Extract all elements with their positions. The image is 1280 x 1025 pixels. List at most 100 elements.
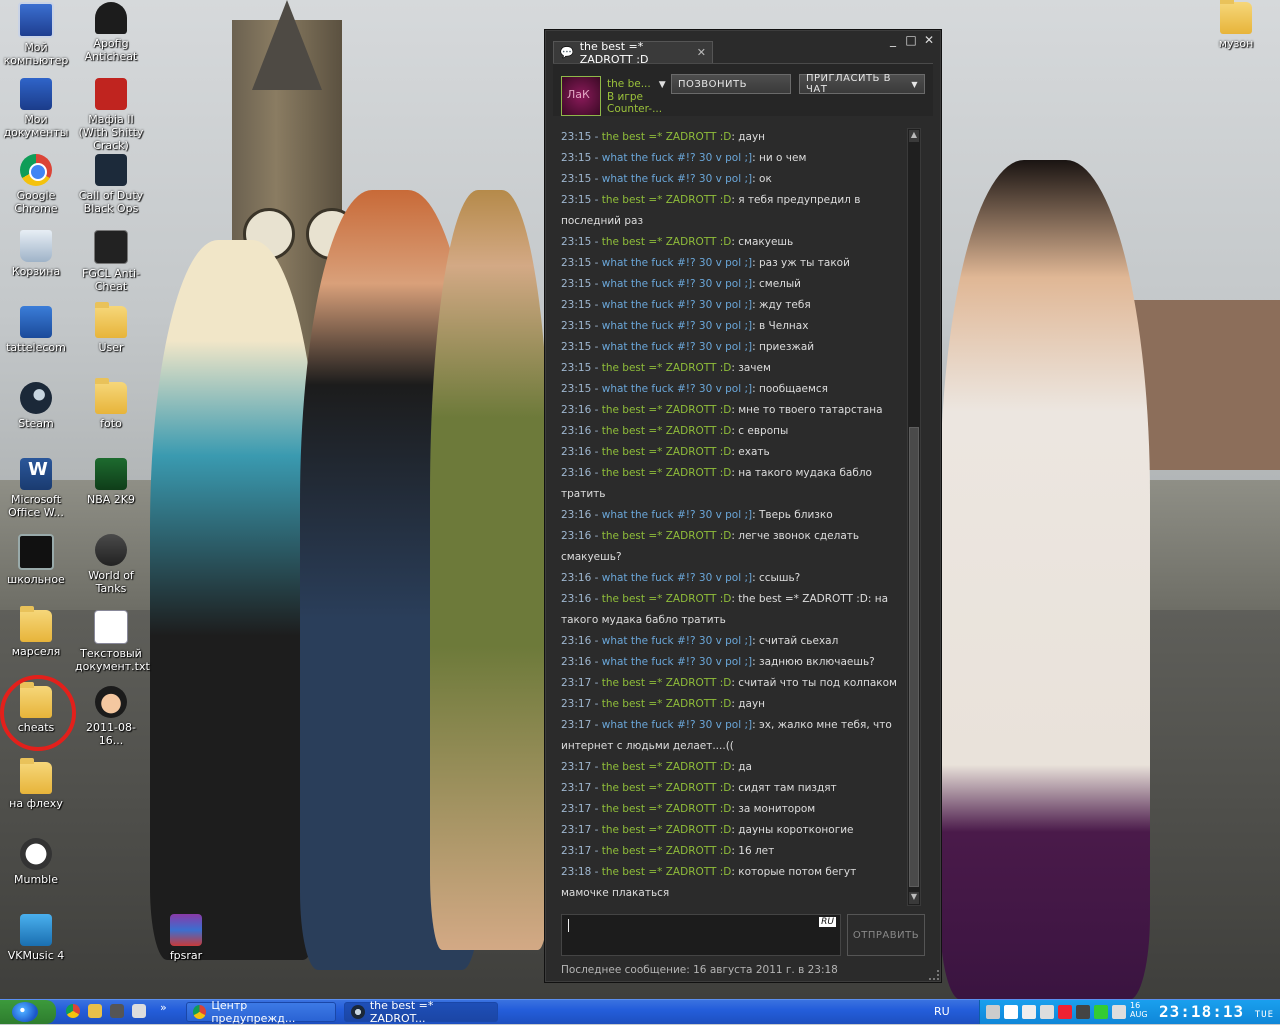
desktop-icon-user[interactable]: User <box>75 302 147 354</box>
message-author[interactable]: the best =* ZADROTT :D <box>602 824 732 836</box>
minimize-button[interactable]: _ <box>887 34 899 46</box>
message-author[interactable]: what the fuck #!? 30 v pol ;] <box>602 320 752 332</box>
avatar[interactable]: ЛаК <box>561 76 601 116</box>
desktop-icon-steam[interactable]: Steam <box>0 382 72 430</box>
buddy-info: the be... ▼ В игре Counter-... <box>607 78 666 115</box>
desktop-icon-fpsrar[interactable]: fpsrar <box>150 914 222 962</box>
tray-icon[interactable] <box>1040 1005 1054 1019</box>
message-author[interactable]: the best =* ZADROTT :D <box>602 530 732 542</box>
message-author[interactable]: the best =* ZADROTT :D <box>602 593 732 605</box>
message-author[interactable]: what the fuck #!? 30 v pol ;] <box>602 257 752 269</box>
desktop-icon-label: на флеху <box>9 797 63 810</box>
close-button[interactable]: ✕ <box>923 34 935 46</box>
desktop-icon-tattelecom[interactable]: tattelecom <box>0 306 72 354</box>
highlight-circle <box>0 675 76 751</box>
desktop-icon-marselya[interactable]: марселя <box>0 606 72 658</box>
desktop-icon-my-computer[interactable]: Мой компьютер <box>0 2 72 67</box>
language-indicator[interactable]: RU <box>934 1005 950 1018</box>
message-author[interactable]: what the fuck #!? 30 v pol ;] <box>602 509 752 521</box>
desktop-icon-wot[interactable]: World of Tanks <box>75 534 147 595</box>
send-button[interactable]: ОТПРАВИТЬ <box>847 914 925 956</box>
message-time: 23:17 <box>561 803 592 815</box>
clock[interactable]: 23:18:13 TUE <box>1159 1002 1274 1021</box>
scroll-thumb[interactable] <box>909 427 919 887</box>
taskbar-button-chrome[interactable]: Центр предупрежд... <box>186 999 336 1025</box>
tray-icon[interactable] <box>1022 1005 1036 1019</box>
invite-button[interactable]: ПРИГЛАСИТЬ В ЧАТ ▼ <box>799 73 925 95</box>
chrome-icon[interactable] <box>66 1004 80 1018</box>
scroll-up-icon[interactable]: ▲ <box>909 130 919 142</box>
message-time: 23:16 <box>561 635 592 647</box>
chrome-icon <box>20 154 52 186</box>
desktop-icon-nba[interactable]: NBA 2K9 <box>75 458 147 506</box>
desktop-icon-text-doc[interactable]: Текстовый документ.txt <box>75 610 150 673</box>
message-author[interactable]: what the fuck #!? 30 v pol ;] <box>602 656 752 668</box>
quicklaunch-icon[interactable] <box>110 1004 124 1018</box>
taskbar-button-chat[interactable]: the best =* ZADROT... <box>344 999 498 1025</box>
desktop-icon-mafia[interactable]: Мафіа ІІ (With Shitty Crack) <box>75 78 147 152</box>
message-author[interactable]: what the fuck #!? 30 v pol ;] <box>602 299 752 311</box>
chevron-down-icon[interactable]: ▼ <box>659 80 666 90</box>
tray-icon[interactable] <box>986 1005 1000 1019</box>
desktop-icon-google-chrome[interactable]: Google Chrome <box>0 154 72 215</box>
tray-icon[interactable] <box>1112 1005 1126 1019</box>
message-input[interactable]: RU <box>561 914 841 956</box>
message-author[interactable]: what the fuck #!? 30 v pol ;] <box>602 719 752 731</box>
scrollbar[interactable]: ▲ ▼ <box>907 128 921 906</box>
chat-tab[interactable]: 💬 the best =* ZADROTT :D ✕ <box>553 40 713 66</box>
tab-close-icon[interactable]: ✕ <box>697 46 706 59</box>
quicklaunch-icon[interactable] <box>132 1004 146 1018</box>
mumble-icon <box>20 838 52 870</box>
message-author[interactable]: the best =* ZADROTT :D <box>602 761 732 773</box>
chevron-right-icon[interactable]: » <box>160 1001 174 1015</box>
desktop-icon-image[interactable]: 2011-08-16... <box>75 686 147 747</box>
desktop-icon-apofig[interactable]: Apofig Anticheat <box>75 2 147 63</box>
message-author[interactable]: the best =* ZADROTT :D <box>602 404 732 416</box>
desktop-icon-recycle-bin[interactable]: Корзина <box>0 230 72 278</box>
message-author[interactable]: the best =* ZADROTT :D <box>602 446 732 458</box>
call-button[interactable]: ПОЗВОНИТЬ <box>671 74 791 94</box>
tray-icon[interactable] <box>1076 1005 1090 1019</box>
desktop-icon-word[interactable]: Microsoft Office W... <box>0 458 72 519</box>
tray-icon[interactable] <box>1004 1005 1018 1019</box>
message-author[interactable]: what the fuck #!? 30 v pol ;] <box>602 572 752 584</box>
desktop-icon-foto[interactable]: foto <box>75 378 147 430</box>
maximize-button[interactable]: □ <box>905 34 917 46</box>
message-author[interactable]: the best =* ZADROTT :D <box>602 845 732 857</box>
buddy-status: В игре <box>607 91 644 103</box>
message-author[interactable]: the best =* ZADROTT :D <box>602 236 732 248</box>
message-author[interactable]: the best =* ZADROTT :D <box>602 866 732 878</box>
message-author[interactable]: what the fuck #!? 30 v pol ;] <box>602 173 752 185</box>
message-author[interactable]: what the fuck #!? 30 v pol ;] <box>602 635 752 647</box>
message-author[interactable]: the best =* ZADROTT :D <box>602 194 732 206</box>
scroll-down-icon[interactable]: ▼ <box>909 892 919 904</box>
desktop-icon-vkmusic[interactable]: VKMusic 4 <box>0 914 72 962</box>
desktop-icon-cod[interactable]: Call of Duty Black Ops <box>75 154 147 215</box>
message-author[interactable]: what the fuck #!? 30 v pol ;] <box>602 341 752 353</box>
rar-icon <box>170 914 202 946</box>
tray-icon[interactable] <box>1094 1005 1108 1019</box>
desktop-icon-fgcl[interactable]: FGCL Anti-Cheat <box>75 230 147 293</box>
message-author[interactable]: the best =* ZADROTT :D <box>602 362 732 374</box>
message-author[interactable]: the best =* ZADROTT :D <box>602 131 732 143</box>
desktop-icon-mumble[interactable]: Mumble <box>0 838 72 886</box>
message-author[interactable]: the best =* ZADROTT :D <box>602 698 732 710</box>
quicklaunch-icon[interactable] <box>88 1004 102 1018</box>
message-author[interactable]: the best =* ZADROTT :D <box>602 425 732 437</box>
tray-icon[interactable] <box>1058 1005 1072 1019</box>
start-button[interactable] <box>0 1000 56 1024</box>
message-author[interactable]: what the fuck #!? 30 v pol ;] <box>602 278 752 290</box>
desktop-icon-na-flehu[interactable]: на флеху <box>0 758 72 810</box>
message-author[interactable]: the best =* ZADROTT :D <box>602 677 732 689</box>
desktop-icon-muzon[interactable]: музон <box>1200 0 1272 50</box>
message-author[interactable]: the best =* ZADROTT :D <box>602 467 732 479</box>
message-row: 23:15 - what the fuck #!? 30 v pol ;]: п… <box>561 383 828 395</box>
resize-grip[interactable] <box>929 970 939 980</box>
message-author[interactable]: the best =* ZADROTT :D <box>602 803 732 815</box>
message-author[interactable]: what the fuck #!? 30 v pol ;] <box>602 152 752 164</box>
message-author[interactable]: the best =* ZADROTT :D <box>602 782 732 794</box>
desktop-icon-school[interactable]: школьное <box>0 534 72 586</box>
desktop-icon-my-documents[interactable]: Мои документы <box>0 78 72 139</box>
message-author[interactable]: what the fuck #!? 30 v pol ;] <box>602 383 752 395</box>
message-row: 23:16 - the best =* ZADROTT :D: на таког… <box>561 467 872 500</box>
